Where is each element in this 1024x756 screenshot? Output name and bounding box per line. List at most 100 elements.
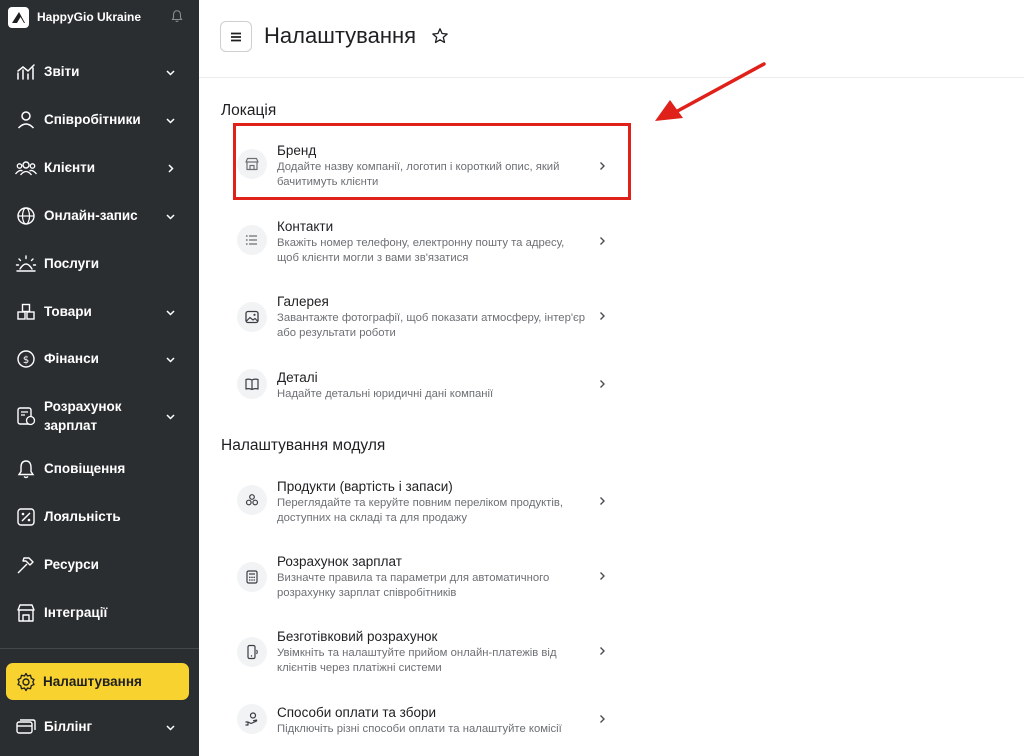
section-title-location: Локація: [221, 102, 277, 119]
sidebar-divider: [0, 648, 199, 649]
chevron-right-icon: [600, 497, 605, 505]
chevron-down-icon: [166, 70, 175, 76]
chevron-right-icon: [600, 572, 605, 580]
sidebar-item-employees[interactable]: Співробітники: [0, 100, 199, 140]
settings-row-gallery[interactable]: Галерея Завантажте фотографії, щоб показ…: [233, 280, 629, 352]
sidebar-item-payroll[interactable]: Розрахунок зарплат: [0, 393, 199, 439]
settings-row-contacts[interactable]: Контакти Вкажіть номер телефону, електро…: [233, 205, 629, 277]
chevron-right-icon: [600, 647, 605, 655]
sidebar-item-online-booking[interactable]: Онлайн-запис: [0, 196, 199, 236]
sidebar-item-label: Сповіщення: [44, 461, 126, 476]
list-icon: [237, 225, 267, 255]
settings-row-title: Способи оплати та збори: [277, 705, 437, 720]
section-title-modules: Налаштування модуля: [221, 437, 386, 454]
hand-coin-icon: [237, 704, 267, 734]
chevron-down-icon: [166, 118, 175, 124]
settings-row-description: Переглядайте та керуйте повним переліком…: [277, 497, 563, 524]
sidebar-item-services[interactable]: Послуги: [0, 244, 199, 284]
workspace-switcher[interactable]: HappyGio Ukraine: [0, 0, 199, 34]
highlight-box: [233, 123, 631, 200]
bell-icon[interactable]: [170, 9, 184, 23]
settings-row-description: Вкажіть номер телефону, електронну пошту…: [277, 237, 565, 264]
settings-row-payment-methods[interactable]: Способи оплати та збори Підключіть різні…: [233, 690, 629, 756]
chevron-down-icon: [166, 310, 175, 316]
globe-icon: [17, 207, 35, 225]
chevron-right-icon: [600, 715, 605, 723]
chevron-down-icon: [166, 357, 175, 363]
settings-row-title: Безготівковий розрахунок: [277, 629, 438, 644]
settings-row-description: Увімкніть та налаштуйте прийом онлайн-пл…: [277, 647, 557, 674]
image-icon: [237, 302, 267, 332]
phone-pay-icon: [237, 637, 267, 667]
settings-row-details[interactable]: Деталі Надайте детальні юридичні дані ко…: [233, 355, 629, 427]
chevron-right-icon: [600, 380, 605, 388]
star-icon[interactable]: [431, 27, 449, 45]
sidebar-item-goods[interactable]: Товари: [0, 292, 199, 332]
calculator-icon: [237, 562, 267, 592]
chart-icon: [17, 64, 35, 80]
sidebar-item-label: Товари: [44, 304, 92, 319]
settings-row-description: Завантажте фотографії, щоб показати атмо…: [277, 312, 586, 339]
svg-text:$: $: [23, 355, 29, 366]
sidebar-item-label: Звіти: [44, 64, 80, 79]
cards-icon: [16, 719, 36, 734]
sidebar-item-label: Інтеграції: [44, 605, 108, 620]
sidebar-item-loyalty[interactable]: Лояльність: [0, 497, 199, 537]
hammer-icon: [17, 557, 34, 574]
payroll-icon: [17, 407, 36, 426]
sidebar-item-clients[interactable]: Клієнти: [0, 148, 199, 188]
sidebar-item-label: Налаштування: [43, 674, 142, 689]
chevron-down-icon: [166, 725, 175, 731]
sidebar-item-label: Послуги: [44, 256, 100, 271]
settings-row-products[interactable]: Продукти (вартість і запаси) Переглядайт…: [233, 465, 629, 537]
chevron-right-icon: [600, 312, 605, 320]
sidebar-item-label: Розрахунок зарплат: [44, 399, 122, 433]
chevron-right-icon: [168, 164, 174, 173]
cubes-icon: [237, 485, 267, 515]
settings-row-title: Продукти (вартість і запаси): [277, 479, 453, 494]
chevron-down-icon: [166, 414, 175, 420]
sidebar-item-label: Співробітники: [44, 112, 141, 127]
menu-toggle-button[interactable]: [220, 21, 252, 52]
person-icon: [17, 111, 35, 129]
store-icon: [17, 604, 35, 622]
people-icon: [15, 161, 37, 176]
annotation-arrow-icon: [655, 62, 766, 121]
settings-row-description: Підключіть різні способи оплати та налаш…: [277, 723, 562, 735]
page-title: Налаштування: [264, 23, 417, 48]
boxes-icon: [17, 303, 35, 320]
sidebar-item-label: Клієнти: [44, 160, 96, 175]
settings-row-title: Деталі: [277, 370, 318, 385]
sidebar-item-settings[interactable]: Налаштування: [6, 663, 189, 700]
settings-row-title: Галерея: [277, 294, 329, 309]
sidebar-item-label: Ресурси: [44, 557, 99, 572]
sidebar-item-label: Лояльність: [44, 509, 121, 524]
settings-row-description: Визначте правила та параметри для автома…: [277, 572, 550, 599]
coin-icon: $: [17, 350, 35, 368]
company-logo: [8, 7, 29, 28]
sidebar-item-resources[interactable]: Ресурси: [0, 545, 199, 585]
sidebar-item-label: Онлайн-запис: [44, 208, 138, 223]
book-icon: [237, 369, 267, 399]
settings-row-description: Надайте детальні юридичні дані компанії: [277, 388, 494, 400]
settings-row-title: Розрахунок зарплат: [277, 554, 402, 569]
company-name: HappyGio Ukraine: [37, 10, 142, 24]
sidebar-item-label: Біллінг: [44, 719, 93, 734]
sidebar: HappyGio Ukraine Звіти Співробітники Клі…: [0, 0, 199, 756]
sidebar-item-integrations[interactable]: Інтеграції: [0, 593, 199, 633]
chevron-right-icon: [600, 237, 605, 245]
gear-icon: [17, 672, 35, 692]
page-header: Налаштування: [199, 0, 1024, 78]
sidebar-item-notifications[interactable]: Сповіщення: [0, 449, 199, 489]
sidebar-item-finance[interactable]: $ Фінанси: [0, 339, 199, 379]
settings-row-cashless[interactable]: Безготівковий розрахунок Увімкніть та на…: [233, 615, 629, 687]
percent-icon: [17, 508, 35, 526]
bell-icon: [17, 460, 35, 479]
sidebar-item-billing[interactable]: Біллінг: [0, 707, 199, 747]
sidebar-item-reports[interactable]: Звіти: [0, 52, 199, 92]
settings-row-title: Контакти: [277, 219, 334, 234]
sidebar-item-label: Фінанси: [44, 351, 99, 366]
settings-row-payroll[interactable]: Розрахунок зарплат Визначте правила та п…: [233, 540, 629, 612]
chevron-down-icon: [166, 214, 175, 220]
sunrise-icon: [15, 255, 37, 272]
